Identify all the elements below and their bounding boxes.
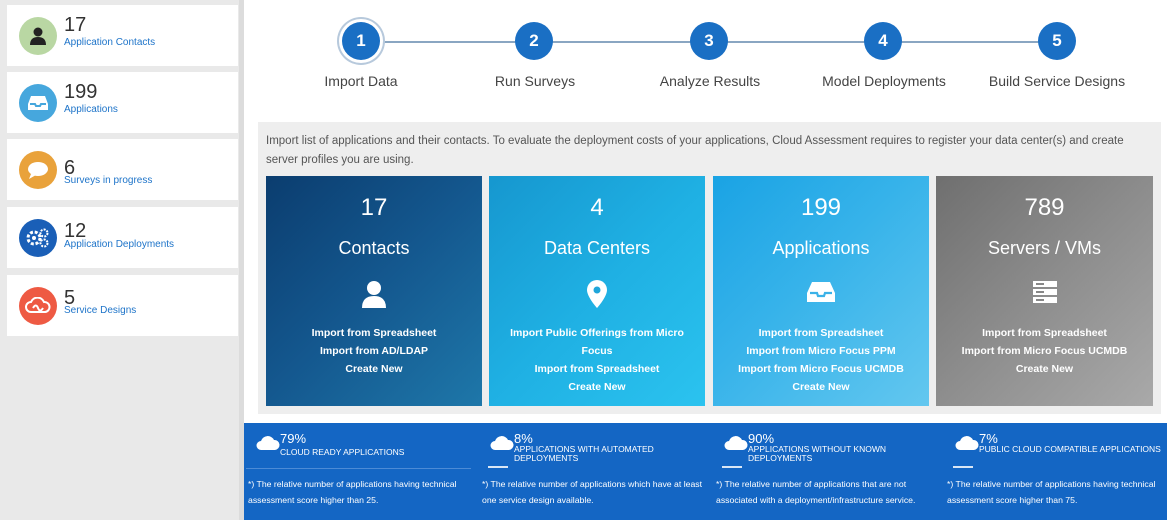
import-from-spreadsheet-link[interactable]: Import from Spreadsheet [276, 324, 472, 342]
metric-divider [722, 466, 742, 468]
stat-label[interactable]: Applications [64, 104, 118, 115]
tile-links: Import from Spreadsheet Import from Micr… [936, 324, 1153, 378]
stat-label[interactable]: Surveys in progress [64, 175, 152, 186]
metric-title: CLOUD READY APPLICATIONS [280, 447, 405, 457]
tile-servers-vms: 789 Servers / VMs Import from Spreadshee… [936, 176, 1153, 406]
create-new-link[interactable]: Create New [723, 378, 919, 396]
stat-card-application-contacts[interactable]: 17 Application Contacts [7, 5, 238, 66]
step-description: Import list of applications and their co… [266, 135, 1124, 166]
import-from-spreadsheet-link[interactable]: Import from Spreadsheet [499, 360, 695, 378]
cloud-icon [724, 435, 748, 456]
import-panel: Import list of applications and their co… [258, 122, 1161, 414]
cloud-link-icon [19, 287, 57, 325]
create-new-link[interactable]: Create New [276, 360, 472, 378]
metric-title: APPLICATIONS WITHOUT KNOWN DEPLOYMENTS [748, 444, 887, 463]
tile-data-centers: 4 Data Centers Import Public Offerings f… [489, 176, 705, 406]
tile-count: 17 [360, 194, 388, 221]
tile-count: 4 [590, 194, 604, 221]
metrics-bar: 79% CLOUD READY APPLICATIONS *) The rela… [244, 423, 1167, 520]
stat-card-service-designs[interactable]: 5 Service Designs [7, 275, 238, 336]
metric-divider [953, 466, 973, 468]
import-from-ucmdb-link[interactable]: Import from Micro Focus UCMDB [946, 342, 1143, 360]
metric-note: *) The relative number of applications h… [947, 479, 1156, 505]
metric-percent: 79% [280, 431, 307, 446]
contacts-icon [19, 17, 57, 55]
create-new-link[interactable]: Create New [499, 378, 695, 396]
metric-automated-deployments: 8% APPLICATIONS WITH AUTOMATED DEPLOYMEN… [478, 423, 708, 520]
inbox-icon [713, 280, 929, 304]
tile-title: Contacts [338, 238, 410, 258]
step-4-label[interactable]: Model Deployments [804, 73, 964, 89]
cloud-icon [955, 435, 979, 456]
metric-title: PUBLIC CLOUD COMPATIBLE APPLICATIONS [979, 444, 1161, 454]
user-icon [266, 280, 482, 308]
step-1-circle[interactable]: 1 [342, 22, 380, 60]
step-3-label[interactable]: Analyze Results [630, 73, 790, 89]
stat-card-applications[interactable]: 199 Applications [7, 72, 238, 133]
stat-count: 17 [64, 14, 87, 36]
import-from-ucmdb-link[interactable]: Import from Micro Focus UCMDB [723, 360, 919, 378]
step-5-circle[interactable]: 5 [1038, 22, 1076, 60]
tile-title: Servers / VMs [987, 238, 1102, 258]
tile-links: Import from Spreadsheet Import from Micr… [713, 324, 929, 396]
tile-title: Applications [772, 238, 870, 258]
step-3-circle[interactable]: 3 [690, 22, 728, 60]
gears-icon [19, 219, 57, 257]
cloud-icon [490, 435, 514, 456]
metric-divider [246, 468, 471, 469]
cloud-icon [256, 435, 280, 456]
tile-title: Data Centers [543, 238, 651, 258]
tile-links: Import from Spreadsheet Import from AD/L… [266, 324, 482, 378]
step-2-label[interactable]: Run Surveys [455, 73, 615, 89]
metric-without-deployments: 90% APPLICATIONS WITHOUT KNOWN DEPLOYMEN… [712, 423, 942, 520]
dashboard: 17 Application Contacts 199 Applications… [0, 0, 1167, 520]
step-5-label[interactable]: Build Service Designs [977, 73, 1137, 89]
stat-label[interactable]: Application Contacts [64, 37, 155, 48]
tile-count: 199 [800, 194, 842, 221]
stat-label[interactable]: Application Deployments [64, 239, 174, 250]
tile-contacts: 17 Contacts Import from Spreadsheet Impo… [266, 176, 482, 406]
stat-card-surveys-in-progress[interactable]: 6 Surveys in progress [7, 139, 238, 200]
import-from-spreadsheet-link[interactable]: Import from Spreadsheet [723, 324, 919, 342]
metric-note: *) The relative number of applications h… [248, 479, 457, 505]
metric-title: APPLICATIONS WITH AUTOMATED DEPLOYMENTS [514, 444, 654, 463]
step-1-label[interactable]: Import Data [281, 73, 441, 89]
location-pin-icon [489, 280, 705, 308]
inbox-icon [19, 84, 57, 122]
import-from-spreadsheet-link[interactable]: Import from Spreadsheet [946, 324, 1143, 342]
server-icon [936, 280, 1153, 304]
metric-cloud-ready: 79% CLOUD READY APPLICATIONS *) The rela… [244, 423, 474, 520]
metric-note: *) The relative number of applications w… [482, 479, 703, 505]
step-4-circle[interactable]: 4 [864, 22, 902, 60]
metric-divider [488, 466, 508, 468]
chat-bubble-icon [19, 151, 57, 189]
tile-links: Import Public Offerings from Micro Focus… [489, 324, 705, 396]
metric-note: *) The relative number of applications t… [716, 479, 916, 505]
stat-label[interactable]: Service Designs [64, 305, 136, 316]
metric-public-cloud-compatible: 7% PUBLIC CLOUD COMPATIBLE APPLICATIONS … [943, 423, 1167, 520]
import-public-offerings-link[interactable]: Import Public Offerings from Micro Focus [499, 324, 695, 360]
stat-card-application-deployments[interactable]: 12 Application Deployments [7, 207, 238, 268]
import-from-ad-ldap-link[interactable]: Import from AD/LDAP [276, 342, 472, 360]
tile-count: 789 [1024, 194, 1065, 221]
create-new-link[interactable]: Create New [946, 360, 1143, 378]
stat-count: 199 [64, 81, 98, 103]
sidebar: 17 Application Contacts 199 Applications… [0, 0, 244, 520]
tile-applications: 199 Applications Import from Spreadsheet… [713, 176, 929, 406]
step-2-circle[interactable]: 2 [515, 22, 553, 60]
import-from-ppm-link[interactable]: Import from Micro Focus PPM [723, 342, 919, 360]
